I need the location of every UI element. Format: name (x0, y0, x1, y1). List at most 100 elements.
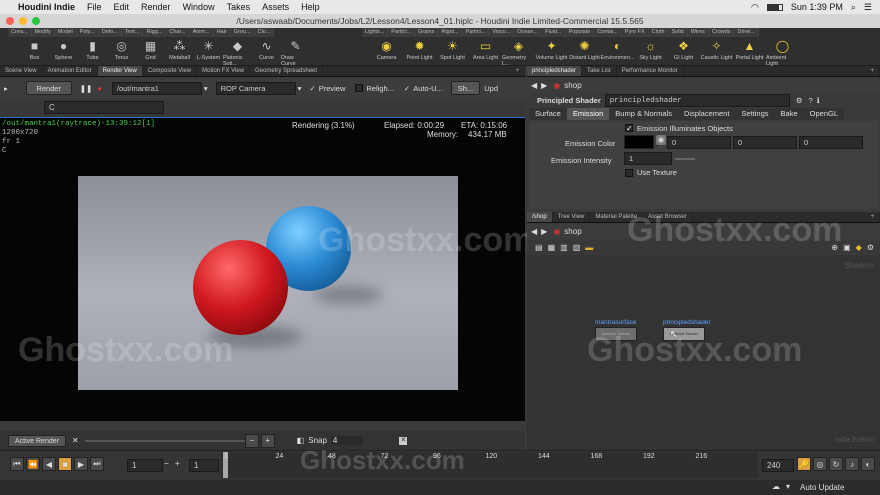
tool-grid[interactable]: ▦ Grid (136, 38, 165, 66)
emission-color-b[interactable]: 0 (799, 136, 863, 149)
layout-icon[interactable]: ▧ (573, 243, 581, 252)
tab-shop[interactable]: /shop (527, 212, 553, 222)
driver-menu-icon[interactable]: ▾ (204, 84, 208, 93)
tool-ambient-light[interactable]: ◯ Ambient Light (766, 38, 799, 67)
emission-color-r[interactable]: 0 (667, 136, 731, 149)
render-history-slider[interactable] (84, 439, 245, 442)
gear-icon[interactable]: ⚙ (796, 96, 803, 105)
tab-geometry-spreadsheet[interactable]: Geometry Spreadsheet (250, 66, 324, 76)
tab-bake[interactable]: Bake (775, 108, 804, 120)
end-frame-field[interactable]: 240 (762, 459, 794, 472)
menu-file[interactable]: File (87, 2, 102, 12)
tab-surface[interactable]: Surface (529, 108, 567, 120)
key-icon[interactable]: 🔑 (797, 457, 811, 471)
info-icon[interactable]: ℹ (817, 96, 820, 105)
shelf-tab-tabs_left-1[interactable]: Modify (31, 28, 55, 37)
use-texture-checkbox[interactable] (625, 169, 633, 177)
status-dropdown-icon[interactable]: ▾ (786, 482, 790, 491)
tool-gi-light[interactable]: ❖ GI Light (667, 38, 700, 66)
shelf-tab-tabs_right-10[interactable]: Pyro FX (621, 28, 649, 37)
tool-caustic-light[interactable]: ✧ Caustic Light (700, 38, 733, 66)
tool-sky-light[interactable]: ☼ Sky Light (634, 38, 667, 66)
network-path-label[interactable]: shop (564, 227, 581, 236)
upd-label[interactable]: Upd (484, 84, 498, 93)
frame-plus-icon[interactable]: + (175, 459, 180, 468)
path-label[interactable]: shop (564, 81, 581, 90)
add-tab-button[interactable]: + (865, 212, 880, 222)
tab-emission[interactable]: Emission (566, 108, 610, 120)
shelf-tab-tabs_left-9[interactable]: Hair (213, 28, 231, 37)
spotlight-icon[interactable]: ⌕ (851, 2, 856, 13)
menu-takes[interactable]: Takes (227, 2, 251, 12)
tool-draw-curve[interactable]: ✎ Draw Curve (281, 38, 310, 67)
shelf-tab-tabs_left-10[interactable]: Grou... (230, 28, 255, 37)
tool-spot-light[interactable]: ☀ Spot Light (436, 38, 469, 66)
shelf-tab-tabs_right-2[interactable]: Grains (415, 28, 439, 37)
emission-color-g[interactable]: 0 (733, 136, 797, 149)
add-tab-button[interactable]: + (510, 66, 525, 76)
shelf-tab-tabs_left-4[interactable]: Defo... (98, 28, 122, 37)
tool-environment-light[interactable]: ◐ Environmen... (601, 38, 635, 66)
menu-edit[interactable]: Edit (114, 2, 130, 12)
step-back-icon[interactable]: ⏪ (26, 457, 40, 471)
tab-scene-view[interactable]: Scene View (0, 66, 43, 76)
channel-field[interactable]: C (44, 101, 164, 114)
frame-minus-icon[interactable]: − (164, 459, 169, 468)
start-frame-field[interactable]: 1 (189, 459, 219, 472)
tool-portal-light[interactable]: ▲ Portal Light (733, 38, 766, 66)
shelf-tab-tabs_right-6[interactable]: Ocean... (514, 28, 543, 37)
tab-principledshader[interactable]: principledshader (527, 66, 583, 76)
color-picker-icon[interactable]: ◉ (656, 135, 666, 145)
color-icon[interactable]: ◆ (856, 243, 862, 252)
close-icon[interactable] (6, 17, 14, 25)
palette-icon[interactable]: ▥ (560, 243, 568, 252)
tool-lsystem[interactable]: ✳ L-System (194, 38, 223, 66)
loop-icon[interactable]: ↻ (829, 457, 843, 471)
tab-displacement[interactable]: Displacement (678, 108, 735, 120)
current-frame-field[interactable]: 1 (127, 459, 163, 472)
shelf-tab-tabs_right-14[interactable]: Crowds (708, 28, 735, 37)
active-render-button[interactable]: Active Render (8, 434, 66, 447)
tool-point-light[interactable]: ✹ Point Light (403, 38, 436, 66)
snap-label[interactable]: Snap (308, 436, 327, 445)
audio-icon[interactable]: ♪ (845, 457, 859, 471)
camera-menu-icon[interactable]: ▾ (298, 84, 302, 93)
tool-tube[interactable]: ▮ Tube (78, 38, 107, 66)
snapshot-icon[interactable]: ◧ (297, 436, 305, 445)
tool-geometry-light[interactable]: ◈ Geometry L... (502, 38, 535, 67)
tool-sphere[interactable]: ● Sphere (49, 38, 78, 66)
tool-volume-light[interactable]: ✦ Volume Light (535, 38, 568, 66)
relight-checkbox[interactable] (355, 84, 364, 92)
help-icon[interactable]: ? (809, 96, 813, 105)
add-tab-button[interactable]: + (865, 66, 880, 76)
emission-illuminates-checkbox[interactable] (625, 124, 633, 132)
menu-help[interactable]: Help (301, 2, 320, 12)
output-driver-field[interactable]: /out/mantra1 (111, 81, 202, 95)
shelf-tab-tabs_right-1[interactable]: Particl... (388, 28, 416, 37)
list-icon[interactable]: ▤ (535, 243, 543, 252)
minus-button[interactable]: − (244, 433, 259, 448)
frame-icon[interactable]: ▣ (843, 243, 851, 252)
tab-tree-view[interactable]: Tree View (553, 212, 591, 222)
auto-update-label[interactable]: Auto Update (800, 483, 844, 492)
menu-list-icon[interactable]: ☰ (864, 2, 872, 13)
emission-intensity-slider[interactable] (675, 158, 695, 160)
tool-curve[interactable]: ∿ Curve (252, 38, 281, 66)
close-render-icon[interactable]: ✕ (72, 436, 79, 445)
wifi-icon[interactable]: ◠ (751, 2, 759, 13)
tab-motion-fx-view[interactable]: Motion FX View (197, 66, 251, 76)
realtime-icon[interactable]: ◎ (813, 457, 827, 471)
shelf-tab-tabs_left-2[interactable]: Model (54, 28, 77, 37)
tab-performance-monitor[interactable]: Performance Monitor (617, 66, 684, 76)
tool-platonic[interactable]: ◆ Platonic Soli... (223, 38, 252, 67)
shelf-tab-tabs_right-5[interactable]: Visco... (489, 28, 515, 37)
status-left-icon[interactable]: ☁ (772, 482, 780, 491)
clock[interactable]: Sun 1:39 PM (791, 2, 843, 12)
shelf-tab-tabs_right-4[interactable]: Particl... (462, 28, 490, 37)
shelf-tab-tabs_right-15[interactable]: Drive... (734, 28, 759, 37)
stop-icon[interactable]: ● (97, 84, 102, 93)
pane-menu-icon[interactable]: ▸ (4, 84, 8, 93)
battery-icon[interactable] (766, 3, 783, 11)
node-name-field[interactable]: principledshader (604, 93, 790, 107)
go-end-icon[interactable]: ⏭ (90, 457, 104, 471)
